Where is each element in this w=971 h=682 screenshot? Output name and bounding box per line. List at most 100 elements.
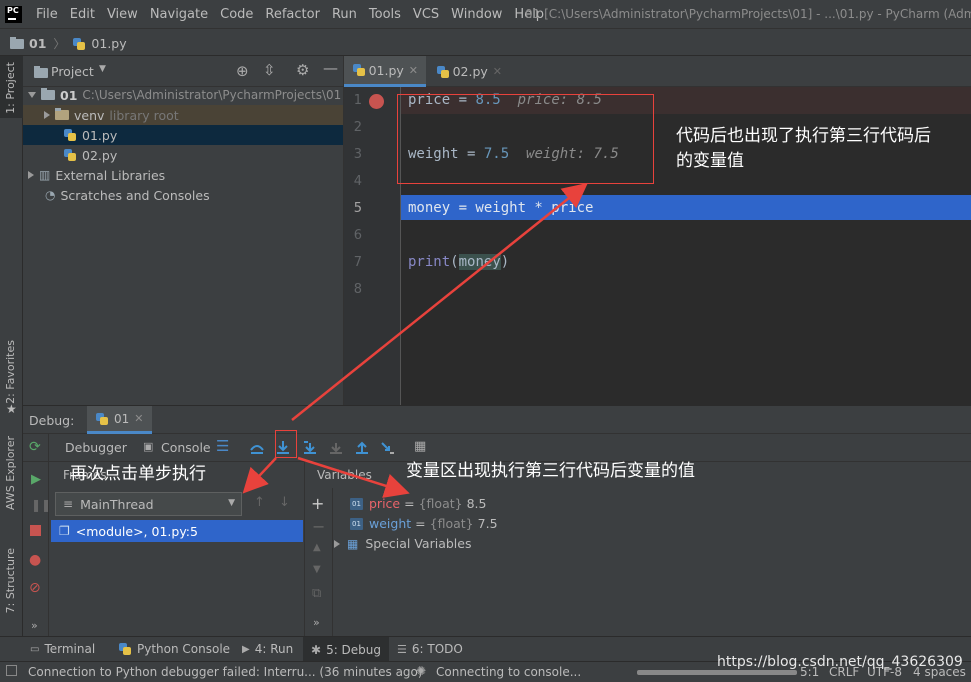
navigation-bar: 01 〉 01.py <box>0 29 971 56</box>
breadcrumb-project[interactable]: 01 <box>29 36 46 51</box>
move-up-icon[interactable]: ▲ <box>313 542 321 553</box>
arrow-up-icon[interactable]: ↑ <box>254 495 265 510</box>
menu-code[interactable]: Code <box>220 7 253 22</box>
move-down-icon[interactable]: ▼ <box>313 564 321 575</box>
rerun-icon[interactable]: ⟳ <box>29 439 41 455</box>
project-panel: Project ▼ ⊕ ⇳ ⚙ — 01 C:\Users\Administra… <box>23 56 343 405</box>
tool-tab-structure[interactable]: 7: Structure <box>4 548 17 613</box>
variables-side-toolbar: + − ▲ ▼ ⧉ » <box>305 488 333 637</box>
chevron-down-icon[interactable]: ▼ <box>228 498 235 508</box>
python-file-icon <box>95 412 109 426</box>
root-name: 01 <box>60 87 78 103</box>
tool-tab-terminal[interactable]: ▭ Terminal <box>30 642 95 656</box>
file-name: 02.py <box>82 147 118 163</box>
step-into-icon[interactable] <box>302 440 318 456</box>
tab-02-py[interactable]: 02.py ✕ <box>428 56 510 87</box>
frame-row[interactable]: ❐ <module>, 01.py:5 <box>51 520 303 542</box>
line-number: 3 <box>353 147 362 162</box>
tab-label: 01.py <box>368 62 404 78</box>
tree-file-01[interactable]: 01.py <box>23 125 343 145</box>
variable-row-price[interactable]: 01 price = {float} 8.5 <box>350 496 487 511</box>
line-number: 7 <box>353 255 362 270</box>
collapse-icon[interactable]: ⇳ <box>263 61 276 79</box>
evaluate-expression-icon[interactable]: ▦ <box>414 439 426 454</box>
more-icon[interactable]: » <box>313 616 320 629</box>
expand-arrow-icon[interactable] <box>334 539 340 548</box>
thread-selector[interactable]: ≡ MainThread ▼ <box>55 492 242 516</box>
menu-vcs[interactable]: VCS <box>413 7 439 22</box>
tree-external-libraries[interactable]: ▥ External Libraries <box>23 165 343 185</box>
layout-icon[interactable]: ☰ <box>216 437 229 455</box>
tool-tab-debug[interactable]: ✱ 5: Debug <box>303 637 390 662</box>
line-number: 2 <box>353 120 362 135</box>
expand-arrow-icon[interactable] <box>28 92 36 98</box>
python-file-icon <box>63 128 77 142</box>
variable-row-weight[interactable]: 01 weight = {float} 7.5 <box>350 516 498 531</box>
breakpoint-icon[interactable] <box>369 94 384 109</box>
resume-icon[interactable]: ▶ <box>31 472 41 487</box>
locate-icon[interactable]: ⊕ <box>236 62 249 80</box>
close-icon[interactable]: ✕ <box>493 65 502 78</box>
venv-hint: library root <box>109 107 179 123</box>
arrow-down-icon[interactable]: ↓ <box>279 495 290 510</box>
more-icon[interactable]: » <box>31 619 38 632</box>
annotation-click-note: 再次点击单步执行 <box>70 464 206 484</box>
python-file-icon <box>63 148 77 162</box>
minimize-icon[interactable]: — <box>323 59 338 77</box>
debug-actions-strip: ⟳ ▶ ❚❚ ● ⊘ » <box>23 434 51 637</box>
step-into-my-code-icon[interactable] <box>328 440 344 456</box>
tree-scratches[interactable]: ◔ Scratches and Consoles <box>23 185 343 205</box>
gutter: 1 2 3 4 5 6 7 8 <box>344 87 401 405</box>
menu-run[interactable]: Run <box>332 7 357 22</box>
terminal-icon: ▭ <box>30 643 40 655</box>
tab-01-py[interactable]: 01.py ✕ <box>344 56 426 87</box>
special-variables-row[interactable]: ▦ Special Variables <box>334 536 471 551</box>
expand-arrow-icon[interactable] <box>28 171 34 179</box>
debug-session-tab[interactable]: 01 ✕ <box>87 406 152 434</box>
menu-file[interactable]: File <box>36 7 58 22</box>
menu-navigate[interactable]: Navigate <box>150 7 208 22</box>
tool-tab-python-console[interactable]: Python Console <box>118 642 230 656</box>
menu-edit[interactable]: Edit <box>70 7 95 22</box>
status-message[interactable]: Connection to Python debugger failed: In… <box>28 665 423 679</box>
code-line-7[interactable]: print(money) <box>408 254 509 270</box>
add-watch-icon[interactable]: + <box>311 494 324 513</box>
variable-type: {float} <box>429 516 474 531</box>
variable-type: {float} <box>418 496 463 511</box>
step-out-icon[interactable] <box>354 440 370 456</box>
tool-tab-project[interactable]: 1: Project <box>4 62 17 114</box>
tool-tab-todo[interactable]: ☰ 6: TODO <box>397 642 463 656</box>
tool-tab-favorites[interactable]: 2: Favorites <box>4 340 17 404</box>
menu-window[interactable]: Window <box>451 7 502 22</box>
variable-value: 7.5 <box>477 516 498 531</box>
tool-tab-aws-explorer[interactable]: AWS Explorer <box>4 436 17 510</box>
show-execution-point-icon[interactable] <box>249 440 265 456</box>
gear-icon[interactable]: ⚙ <box>296 61 309 79</box>
mute-breakpoints-icon[interactable]: ⊘ <box>29 580 41 596</box>
tab-debugger[interactable]: Debugger <box>65 440 127 455</box>
stop-icon[interactable] <box>30 525 41 536</box>
variables-label: Variables <box>317 468 372 482</box>
menu-view[interactable]: View <box>107 7 138 22</box>
code-line-5[interactable]: money = weight * price <box>408 200 593 216</box>
close-icon[interactable]: ✕ <box>134 412 143 425</box>
tree-venv[interactable]: venv library root <box>23 105 343 125</box>
view-breakpoints-icon[interactable]: ● <box>29 552 41 568</box>
status-toggle-icon[interactable] <box>6 665 17 676</box>
menu-tools[interactable]: Tools <box>369 7 401 22</box>
tree-file-02[interactable]: 02.py <box>23 145 343 165</box>
editor-tabs: 01.py ✕ 02.py ✕ <box>344 56 971 87</box>
run-to-cursor-icon[interactable] <box>379 440 395 456</box>
close-icon[interactable]: ✕ <box>409 64 418 77</box>
tab-console[interactable]: Console <box>161 440 211 455</box>
tool-tab-run[interactable]: ▶ 4: Run <box>242 642 293 656</box>
chevron-down-icon[interactable]: ▼ <box>99 64 106 74</box>
copy-icon[interactable]: ⧉ <box>312 586 321 601</box>
menu-items: File Edit View Navigate Code Refactor Ru… <box>36 0 556 29</box>
tree-root[interactable]: 01 C:\Users\Administrator\PycharmProject… <box>23 85 343 105</box>
breadcrumb-file[interactable]: 01.py <box>91 36 126 51</box>
menu-refactor[interactable]: Refactor <box>265 7 320 22</box>
project-view-title[interactable]: Project <box>51 64 94 79</box>
expand-arrow-icon[interactable] <box>44 111 50 119</box>
remove-watch-icon[interactable]: − <box>312 517 325 536</box>
